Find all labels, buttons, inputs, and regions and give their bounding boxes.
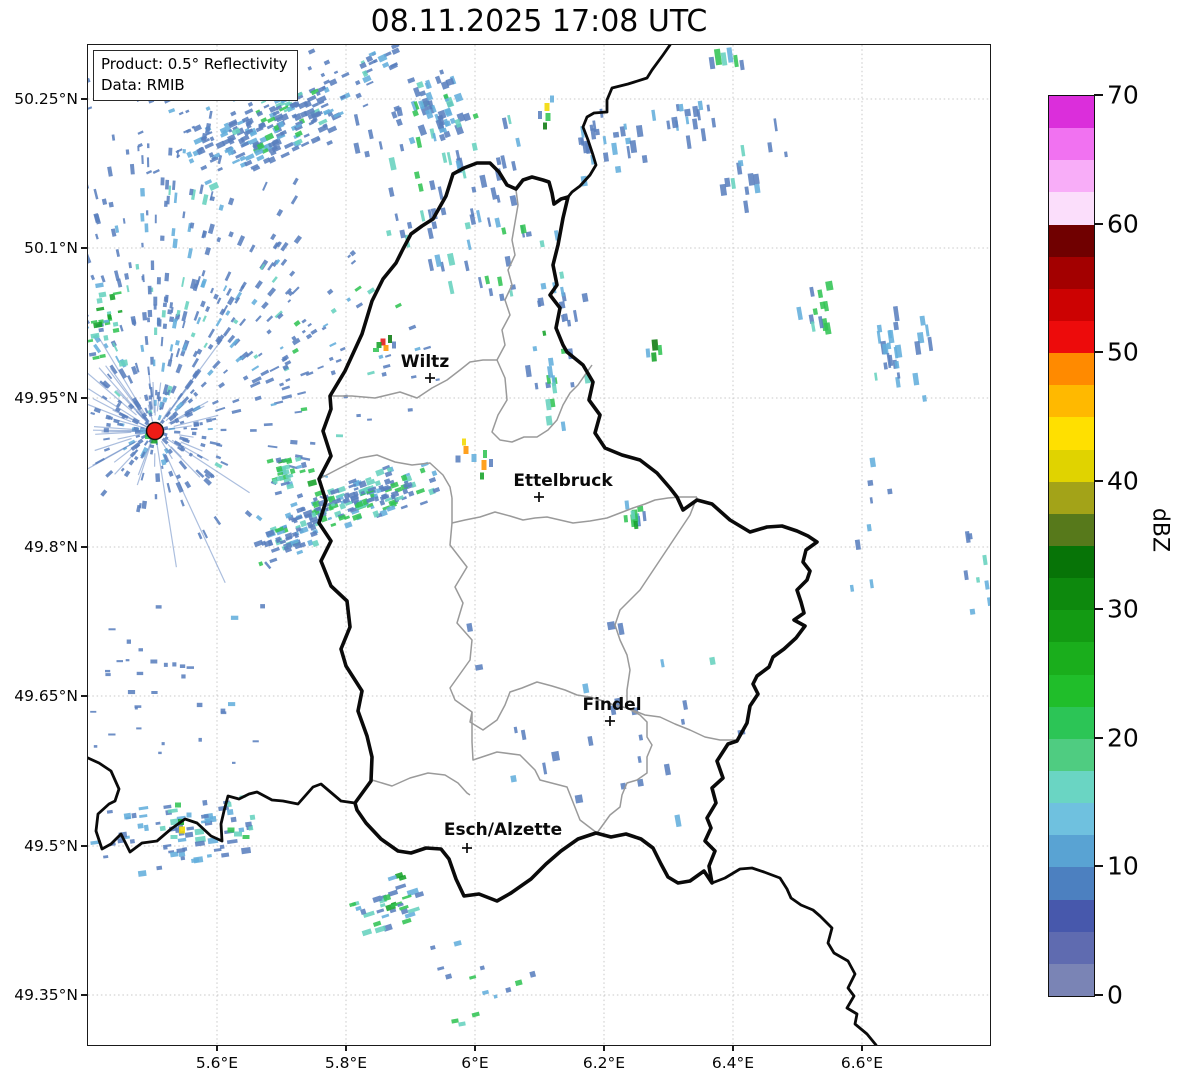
lat-tick-label: 49.95°N: [14, 389, 78, 407]
colorbar-segment: [1049, 835, 1094, 868]
radar-map: Product: 0.5° Reflectivity Data: RMIB Wi…: [87, 44, 991, 1046]
colorbar-tick: [1094, 479, 1103, 482]
colorbar-segment: [1049, 899, 1094, 932]
colorbar-tick: [1094, 222, 1103, 225]
lat-tick-label: 49.5°N: [24, 837, 78, 855]
colorbar-segment: [1049, 545, 1094, 579]
lat-tick-label: 49.8°N: [24, 538, 78, 556]
colorbar-tick-label: 40: [1107, 466, 1139, 496]
colorbar-segment: [1049, 96, 1094, 129]
lon-tick-label: 6.6°E: [840, 1054, 884, 1072]
data-source-line: Data: RMIB: [101, 75, 185, 94]
lon-tick-label: 6.2°E: [582, 1054, 626, 1072]
colorbar: [1048, 95, 1095, 997]
colorbar-tick-label: 20: [1107, 723, 1139, 753]
city-label-ettelbruck: Ettelbruck: [513, 471, 613, 491]
colorbar-tick: [1094, 94, 1103, 96]
colorbar-segment: [1049, 192, 1094, 225]
lat-tick-label: 49.35°N: [14, 986, 78, 1004]
colorbar-segment: [1049, 481, 1094, 514]
lat-tick-label: 50.25°N: [14, 90, 78, 108]
colorbar-tick: [1094, 351, 1103, 354]
colorbar-segment: [1049, 417, 1094, 450]
lat-tick-label: 49.65°N: [14, 687, 78, 705]
colorbar-segment: [1049, 288, 1094, 321]
colorbar-segment: [1049, 160, 1094, 193]
colorbar-segment: [1049, 610, 1094, 643]
radar-site-marker: [145, 421, 165, 441]
colorbar-segment: [1049, 385, 1094, 418]
colorbar-segment: [1049, 674, 1094, 707]
radar-page: 08.11.2025 17:08 UTC Product: 0.5° Refle…: [0, 0, 1184, 1081]
gridlines: [88, 45, 990, 1045]
city-label-findel: Findel: [582, 695, 642, 715]
colorbar-tick: [1094, 608, 1103, 611]
colorbar-segment: [1049, 224, 1094, 257]
colorbar-segment: [1049, 256, 1094, 289]
lat-tick: [81, 397, 87, 399]
lon-tick-label: 5.8°E: [324, 1054, 368, 1072]
colorbar-segment: [1049, 931, 1094, 964]
colorbar-segment: [1049, 803, 1094, 836]
colorbar-segment: [1049, 706, 1094, 739]
city-label-wiltz: Wiltz: [400, 352, 450, 372]
colorbar-segment: [1049, 578, 1094, 611]
product-line: Product: 0.5° Reflectivity: [101, 55, 288, 73]
city-label-esch-alzette: Esch/Alzette: [443, 820, 563, 840]
border-belgium-germany: [566, 45, 672, 199]
border-france-germany: [710, 866, 878, 1045]
lon-tick: [603, 1045, 605, 1051]
lat-tick: [81, 994, 87, 996]
colorbar-segment: [1049, 642, 1094, 675]
lat-tick: [81, 845, 87, 847]
page-title: 08.11.2025 17:08 UTC: [370, 4, 708, 39]
colorbar-tick-label: 70: [1107, 80, 1139, 110]
lon-tick: [216, 1045, 218, 1051]
colorbar-tick-label: 30: [1107, 594, 1139, 624]
colorbar-segment: [1049, 320, 1094, 354]
lon-tick: [474, 1045, 476, 1051]
colorbar-segment: [1049, 513, 1094, 546]
lon-tick: [861, 1045, 863, 1051]
colorbar-segment: [1049, 867, 1094, 900]
colorbar-segment: [1049, 770, 1094, 804]
colorbar-segment: [1049, 738, 1094, 771]
colorbar-tick-label: 0: [1107, 980, 1123, 1010]
colorbar-tick-label: 10: [1107, 851, 1139, 881]
lon-tick: [732, 1045, 734, 1051]
lon-tick: [345, 1045, 347, 1051]
lat-tick: [81, 98, 87, 100]
lat-tick: [81, 695, 87, 697]
lon-tick-label: 6.4°E: [711, 1054, 755, 1072]
colorbar-axis-label: dBZ: [1147, 507, 1173, 553]
colorbar-segment: [1049, 128, 1094, 161]
colorbar-segment: [1049, 449, 1094, 482]
lon-tick-label: 6°E: [461, 1054, 489, 1072]
colorbar-tick: [1094, 994, 1103, 996]
colorbar-tick: [1094, 865, 1103, 868]
colorbar-tick: [1094, 736, 1103, 739]
lon-tick-label: 5.6°E: [195, 1054, 239, 1072]
colorbar-tick-label: 50: [1107, 337, 1139, 367]
lat-tick: [81, 546, 87, 548]
lat-tick-label: 50.1°N: [24, 239, 78, 257]
radar-echoes: [88, 45, 990, 1027]
colorbar-segment: [1049, 353, 1094, 386]
radar-map-canvas: [88, 45, 990, 1045]
lat-tick: [81, 247, 87, 249]
colorbar-tick-label: 60: [1107, 209, 1139, 239]
product-info-box: Product: 0.5° Reflectivity Data: RMIB: [93, 50, 298, 102]
colorbar-segment: [1049, 963, 1094, 996]
